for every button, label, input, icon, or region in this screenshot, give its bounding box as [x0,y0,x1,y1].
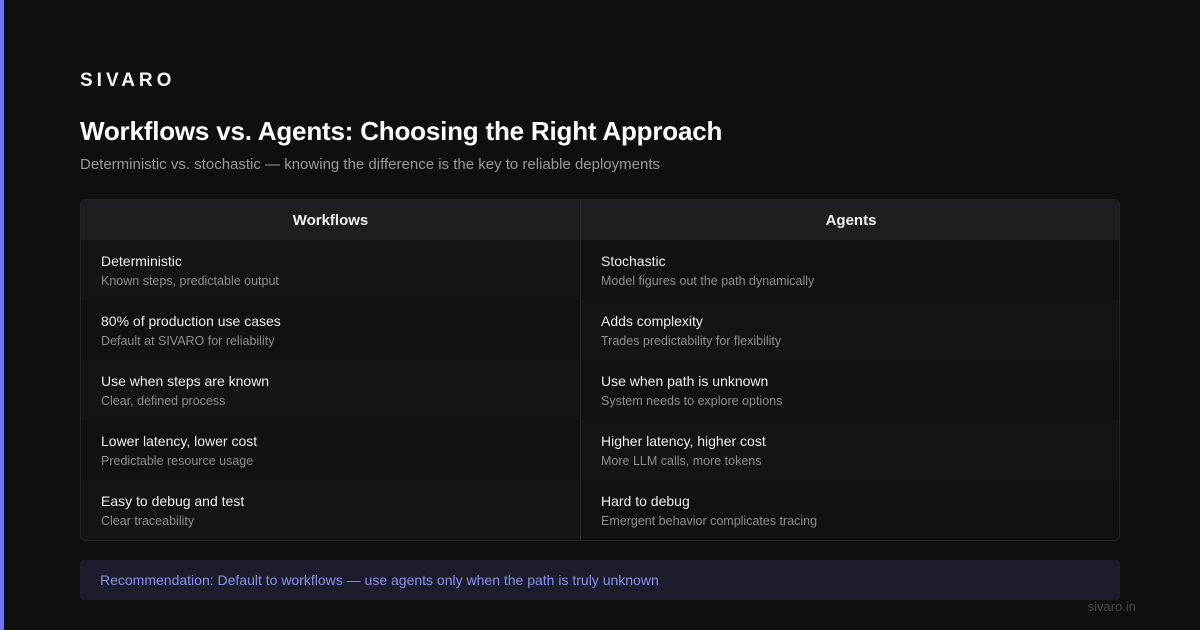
row-subtitle: Emergent behavior complicates tracing [601,514,818,528]
table-row: Higher latency, higher cost More LLM cal… [581,420,1119,480]
row-subtitle: More LLM calls, more tokens [601,454,762,468]
row-title: Easy to debug and test [101,493,245,509]
agents-column: Agents Stochastic Model figures out the … [581,200,1119,540]
workflows-column: Workflows Deterministic Known steps, pre… [81,200,581,540]
row-subtitle: Clear, defined process [101,394,226,408]
table-row: Hard to debug Emergent behavior complica… [581,480,1119,540]
row-title: 80% of production use cases [101,313,281,329]
brand-logo: SIVARO [80,70,176,91]
table-row: Easy to debug and test Clear traceabilit… [81,480,580,540]
row-subtitle: Model figures out the path dynamically [601,274,815,288]
row-subtitle: System needs to explore options [601,394,783,408]
footer-url: sivaro.in [1087,599,1136,614]
comparison-table: Workflows Deterministic Known steps, pre… [80,199,1120,541]
row-title: Hard to debug [601,493,690,509]
workflows-header: Workflows [81,200,580,240]
row-title: Lower latency, lower cost [101,433,258,449]
table-row: Adds complexity Trades predictability fo… [581,300,1119,360]
row-subtitle: Trades predictability for flexibility [601,334,782,348]
row-title: Stochastic [601,253,666,269]
accent-bar [0,0,4,630]
page-subtitle: Deterministic vs. stochastic — knowing t… [80,156,660,173]
table-row: Lower latency, lower cost Predictable re… [81,420,580,480]
row-subtitle: Clear traceability [101,514,195,528]
row-subtitle: Default at SIVARO for reliability [101,334,275,348]
row-title: Deterministic [101,253,182,269]
agents-header: Agents [581,200,1119,240]
table-row: Stochastic Model figures out the path dy… [581,240,1119,300]
row-title: Higher latency, higher cost [601,433,766,449]
row-subtitle: Predictable resource usage [101,454,254,468]
table-row: Deterministic Known steps, predictable o… [81,240,580,300]
row-title: Use when path is unknown [601,373,769,389]
row-title: Use when steps are known [101,373,270,389]
row-subtitle: Known steps, predictable output [101,274,279,288]
page-title: Workflows vs. Agents: Choosing the Right… [80,116,723,146]
row-title: Adds complexity [601,313,703,329]
table-row: 80% of production use cases Default at S… [81,300,580,360]
table-row: Use when path is unknown System needs to… [581,360,1119,420]
table-row: Use when steps are known Clear, defined … [81,360,580,420]
recommendation-banner: Recommendation: Default to workflows — u… [80,560,1120,600]
